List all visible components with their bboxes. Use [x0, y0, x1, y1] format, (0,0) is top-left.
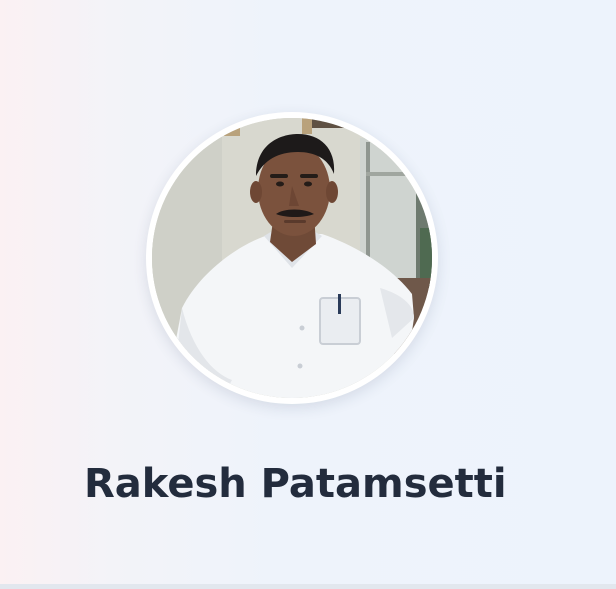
profile-card: Rakesh Patamsetti — [0, 0, 616, 584]
profile-name: Rakesh Patamsetti — [84, 461, 507, 507]
profile-photo — [152, 118, 432, 398]
avatar[interactable] — [146, 112, 438, 404]
bottom-divider — [0, 584, 616, 589]
